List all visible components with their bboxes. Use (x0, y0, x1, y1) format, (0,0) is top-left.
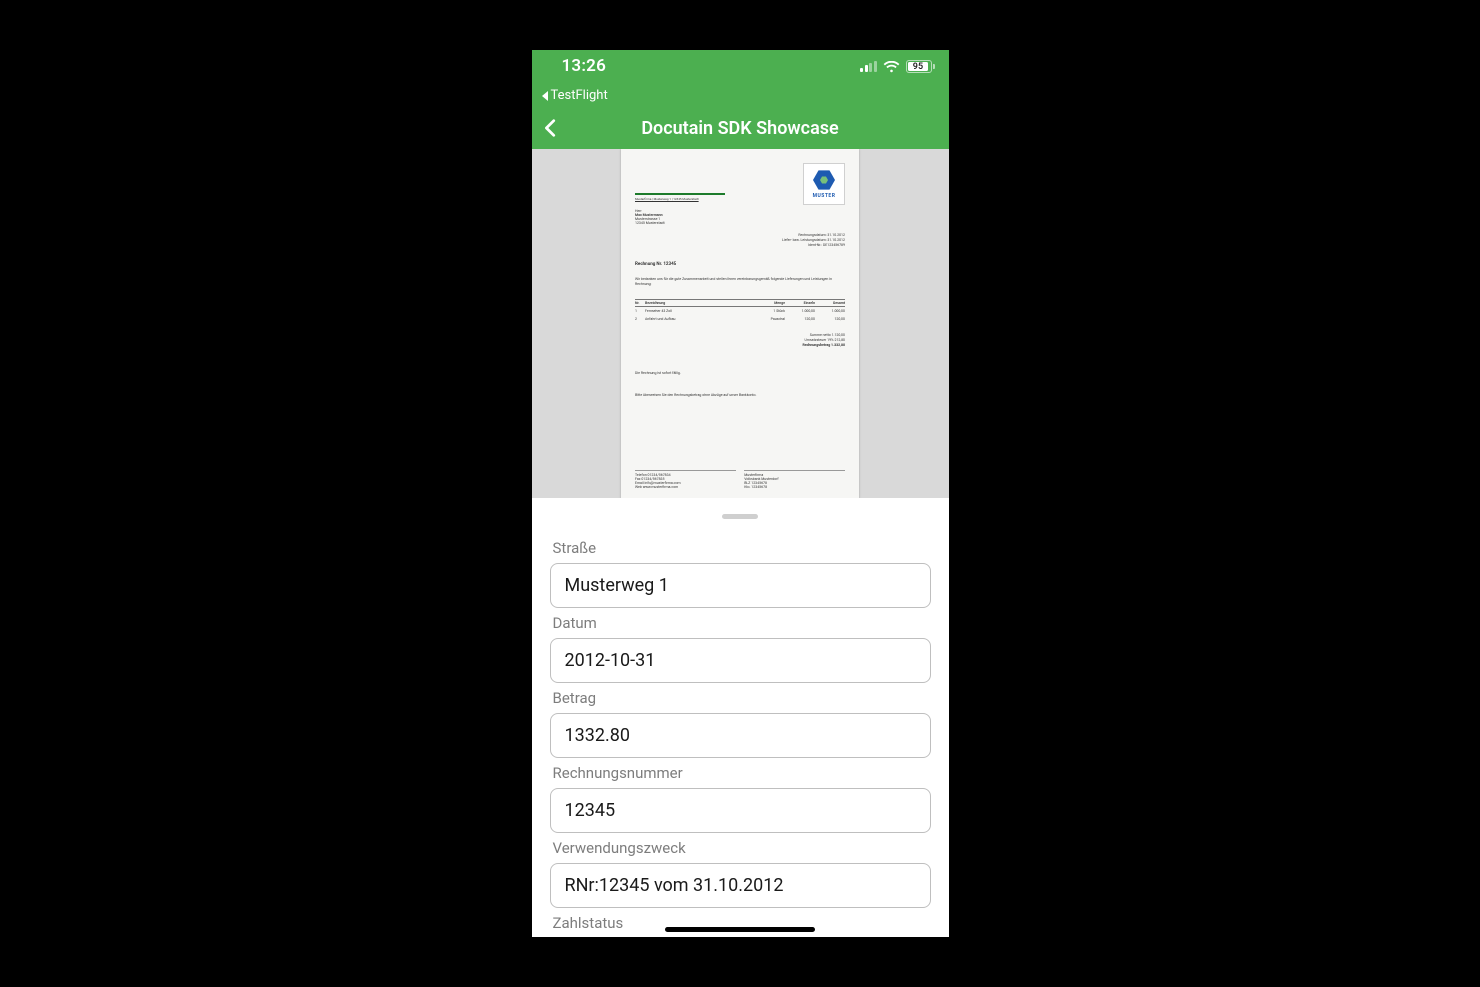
battery-icon: 95 (906, 60, 935, 73)
document-table-header: Nr. Bezeichnung Menge Einzeln Gesamt (635, 299, 845, 307)
datum-label: Datum (553, 614, 931, 632)
back-triangle-icon (542, 91, 548, 101)
field-datum: Datum (550, 614, 931, 683)
document-sum-l1: Summe netto 1.120,00 (810, 333, 845, 338)
document-meta-l1: Rechnungsdatum: 31.10.2012 (798, 233, 845, 238)
document-intro: Wir bedanken uns für die gute Zusammenar… (635, 277, 845, 286)
verwendungszweck-label: Verwendungszweck (553, 839, 931, 857)
document-footer: Telefon 01234/567834 Fax 01234/567835 Em… (635, 470, 845, 489)
field-rechnungsnummer: Rechnungsnummer (550, 764, 931, 833)
hexagon-icon (813, 169, 835, 191)
document-sum-l3: Rechnungsbetrag 1.332,80 (802, 343, 845, 348)
document-footer-left: Telefon 01234/567834 Fax 01234/567835 Em… (635, 470, 736, 489)
document-meta-l3: Ident-Nr.: DE123456789 (808, 243, 845, 248)
battery-percent: 95 (913, 62, 923, 72)
document-logo: MUSTER (803, 163, 845, 205)
rechnungsnummer-input[interactable] (550, 788, 931, 833)
back-app-label: TestFlight (551, 88, 608, 103)
document-recipient-l4: 12345 Musterstadt (635, 221, 665, 226)
document-meta-l2: Liefer- bzw. Leistungsdatum: 31.10.2012 (782, 238, 845, 243)
field-betrag: Betrag (550, 689, 931, 758)
document-table-row-1: 1 Fernseher 43 Zoll 1 Stück 1.000,00 1.0… (635, 308, 845, 314)
verwendungszweck-input[interactable] (550, 863, 931, 908)
status-right: 95 (860, 60, 935, 73)
sheet-grabber[interactable] (722, 514, 758, 519)
status-bar: 13:26 95 (532, 50, 949, 88)
rechnungsnummer-label: Rechnungsnummer (553, 764, 931, 782)
datum-input[interactable] (550, 638, 931, 683)
strasse-input[interactable] (550, 563, 931, 608)
back-to-app[interactable]: TestFlight (532, 88, 949, 107)
document-page: MUSTER Musterfirma | Musterweg 1 | 12345… (621, 149, 859, 499)
page-title: Docutain SDK Showcase (532, 118, 949, 139)
document-logo-text: MUSTER (813, 193, 836, 199)
nav-bar: Docutain SDK Showcase (532, 107, 949, 149)
betrag-label: Betrag (553, 689, 931, 707)
document-note1: Die Rechnung ist sofort fällig. (635, 371, 681, 376)
home-indicator[interactable] (665, 927, 815, 932)
header-green: 13:26 95 TestFlight (532, 50, 949, 149)
phone-frame: 13:26 95 TestFlight (532, 50, 949, 937)
document-sum-l2: Umsatzsteuer 19% 212,80 (805, 338, 845, 343)
field-strasse: Straße (550, 539, 931, 608)
document-header-bar (635, 193, 725, 195)
form-sheet: Straße Datum Betrag Rechnungsnummer Verw… (532, 498, 949, 937)
strasse-label: Straße (553, 539, 931, 557)
betrag-input[interactable] (550, 713, 931, 758)
document-preview-area[interactable]: MUSTER Musterfirma | Musterweg 1 | 12345… (532, 149, 949, 501)
cellular-icon (860, 61, 877, 72)
wifi-icon (883, 61, 900, 73)
document-sender: Musterfirma | Musterweg 1 | 12345 Muster… (635, 198, 699, 202)
status-time: 13:26 (562, 56, 606, 76)
document-note2: Bitte überweisen Sie den Rechnungsbetrag… (635, 393, 756, 398)
document-table-row-2: 2 Anfahrt und Aufbau Pauschal 120,00 120… (635, 316, 845, 322)
document-title: Rechnung Nr. 12345 (635, 262, 676, 268)
document-footer-right: Musterfirma Volksbank Musterdorf BLZ 123… (744, 470, 845, 489)
field-verwendungszweck: Verwendungszweck (550, 839, 931, 908)
